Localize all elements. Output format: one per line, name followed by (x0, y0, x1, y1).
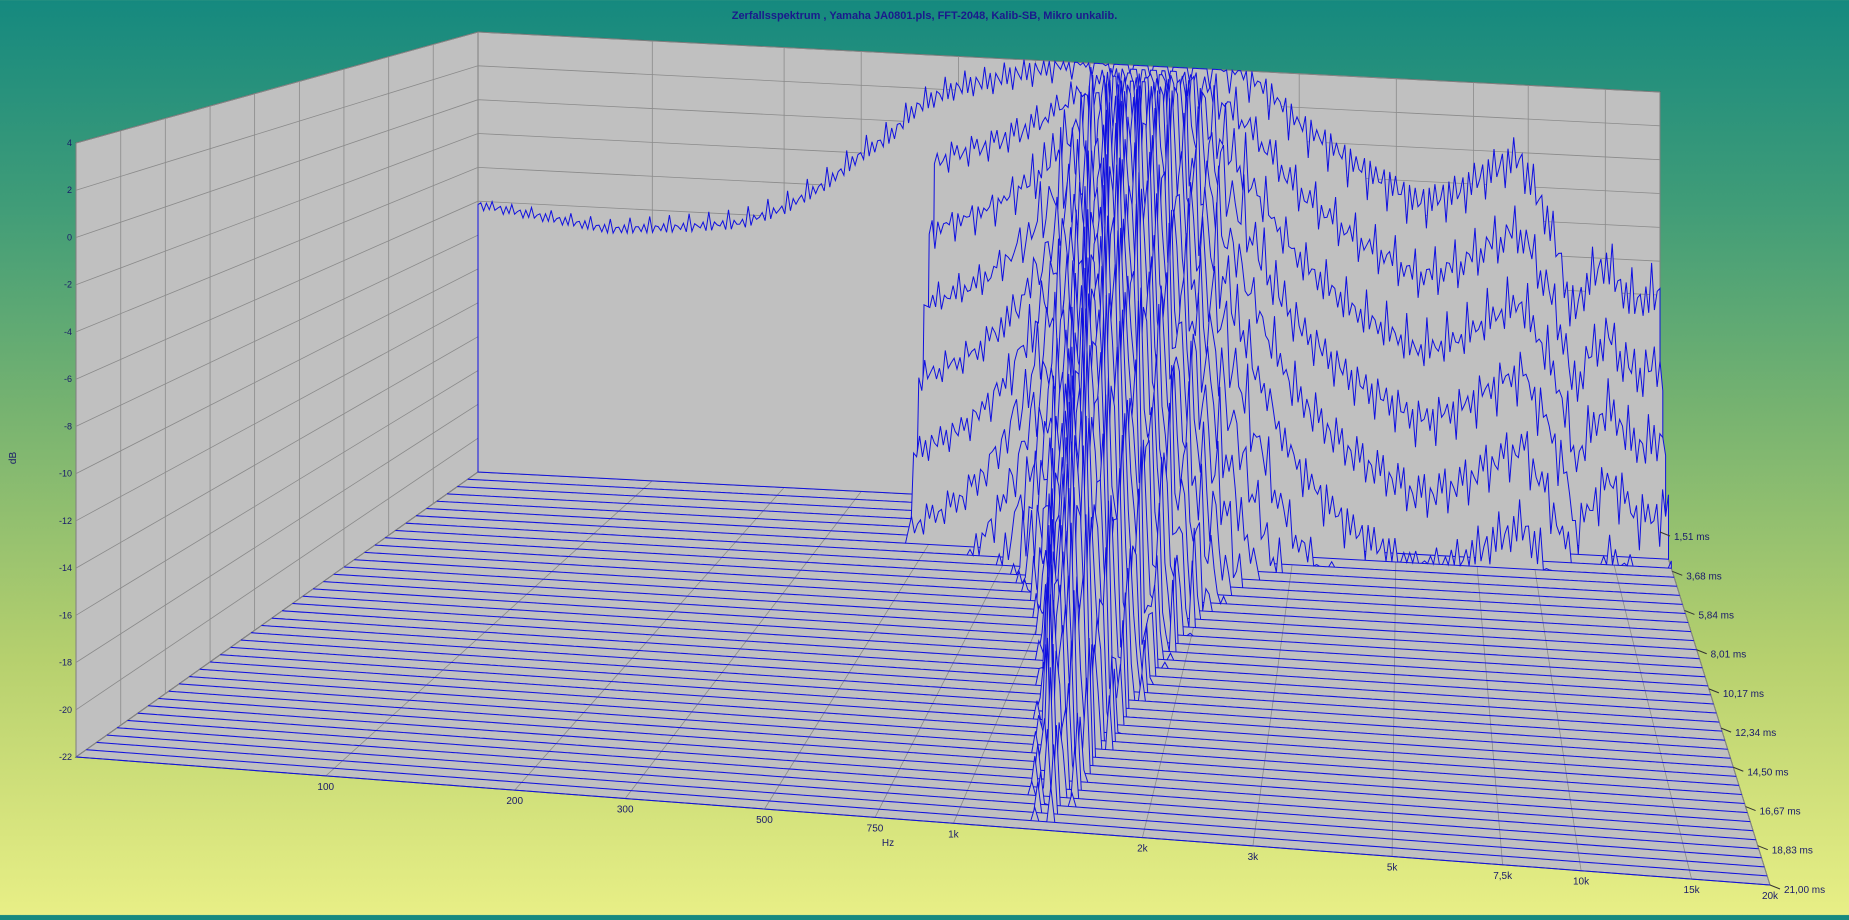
waterfall-canvas: 100 200 300 500 750 1k 2k 3k 5k 7,5k 10k 15k 20k 4 2 0 -… (8, 31, 1825, 902)
z-tick-label: 16,67 ms (1760, 807, 1801, 818)
z-tick-label: 3,68 ms (1686, 571, 1722, 582)
z-tick-label: 1,51 ms (1674, 532, 1710, 543)
y-tick-label: -4 (64, 327, 72, 337)
z-tick-label: 18,83 ms (1772, 846, 1813, 857)
y-tick-label: 0 (67, 232, 72, 242)
y-tick-label: 2 (67, 185, 72, 195)
y-tick-label: -20 (59, 705, 72, 715)
x-tick-label: 750 (867, 823, 884, 834)
y-tick-label: -12 (59, 516, 72, 526)
x-tick-label: 15k (1684, 885, 1701, 896)
y-tick-label: -8 (64, 421, 72, 431)
y-tick-label: -2 (64, 280, 72, 290)
x-tick-label: 3k (1248, 852, 1260, 863)
y-tick-label: -10 (59, 469, 72, 479)
x-tick-label: 7,5k (1493, 871, 1513, 882)
z-tick-label: 12,34 ms (1735, 728, 1776, 739)
x-tick-label: 5k (1387, 862, 1399, 873)
y-tick-label: 4 (67, 138, 72, 148)
x-tick-label: 10k (1573, 877, 1590, 888)
waterfall-plot: Zerfallsspektrum , Yamaha JA0801.pls, FF… (0, 0, 1849, 915)
x-tick-label: 300 (617, 805, 634, 816)
z-tick-mark (1769, 884, 1781, 890)
y-tick-label: -14 (59, 563, 72, 573)
x-axis-label: Hz (882, 838, 894, 849)
z-tick-label: 5,84 ms (1698, 610, 1734, 621)
y-tick-label: -6 (64, 374, 72, 384)
x-tick-label: 100 (317, 782, 334, 793)
z-tick-label: 8,01 ms (1711, 650, 1747, 661)
x-tick-label: 1k (948, 829, 960, 840)
x-tick-label: 20k (1762, 891, 1779, 902)
z-tick-label: 14,50 ms (1747, 767, 1788, 778)
y-axis-label: dB (8, 452, 19, 465)
y-tick-label: -22 (59, 752, 72, 762)
y-tick-label: -16 (59, 610, 72, 620)
chart-title: Zerfallsspektrum , Yamaha JA0801.pls, FF… (731, 10, 1118, 22)
x-tick-label: 2k (1137, 844, 1149, 855)
z-tick-label: 21,00 ms (1784, 885, 1825, 896)
y-tick-label: -18 (59, 658, 72, 668)
z-tick-label: 10,17 ms (1723, 689, 1764, 700)
x-tick-label: 500 (756, 815, 773, 826)
x-tick-label: 200 (506, 796, 523, 807)
